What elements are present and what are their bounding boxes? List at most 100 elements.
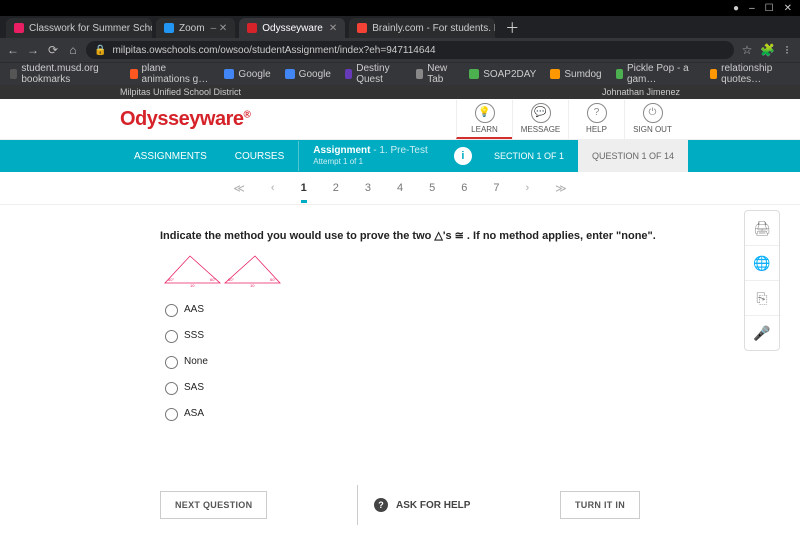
bookmark-item[interactable]: plane animations g…: [130, 63, 210, 85]
radio-input[interactable]: [165, 356, 178, 369]
nav-assignments[interactable]: ASSIGNMENTS: [120, 151, 221, 162]
svg-text:60°: 60°: [168, 277, 174, 282]
home-icon[interactable]: ⌂: [66, 43, 80, 57]
pager-num-4[interactable]: 4: [397, 182, 403, 194]
bookmark-label: Google: [238, 69, 270, 80]
svg-text:60°: 60°: [210, 277, 216, 282]
back-icon[interactable]: ←: [6, 43, 20, 57]
reload-icon[interactable]: ⟳: [46, 43, 60, 57]
pager-num-3[interactable]: 3: [365, 182, 371, 194]
favicon: [14, 23, 24, 33]
answer-options: AAS SSS None SAS ASA: [160, 301, 680, 421]
browser-tab[interactable]: Classwork for Summer School M✕: [6, 18, 152, 38]
url-text: milpitas.owschools.com/owsoo/studentAssi…: [112, 45, 435, 56]
answer-option[interactable]: None: [160, 353, 680, 369]
pager-first-arrow[interactable]: ≪: [233, 182, 245, 195]
bookmark-label: Pickle Pop - a gam…: [627, 63, 696, 85]
bookmark-item[interactable]: Destiny Quest: [345, 63, 402, 85]
svg-text:10: 10: [250, 283, 255, 288]
option-label: None: [184, 356, 208, 367]
assignment-info: Assignment - 1. Pre-Test Attempt 1 of 1: [298, 141, 441, 171]
question-mark-icon: ?: [374, 498, 388, 512]
tab-label: Brainly.com - For students. By st: [372, 23, 495, 34]
header-tool-learn[interactable]: 💡 LEARN: [456, 100, 512, 139]
window-titlebar: ● – ☐ ✕: [0, 0, 800, 16]
tool-icon: ?: [587, 103, 607, 123]
window-close-icon[interactable]: ✕: [784, 3, 792, 14]
bookmark-item[interactable]: relationship quotes…: [710, 63, 790, 85]
tool-icon: 💡: [475, 103, 495, 123]
translate-icon[interactable]: ⎘: [745, 281, 779, 316]
tool-label: LEARN: [457, 125, 512, 134]
next-question-button[interactable]: NEXT QUESTION: [160, 491, 267, 519]
pager-num-2[interactable]: 2: [333, 182, 339, 194]
pager-num-7[interactable]: 7: [493, 182, 499, 194]
bookmark-item[interactable]: student.musd.org bookmarks: [10, 63, 116, 85]
side-toolbar: 🖨🌐⎘🎤: [744, 210, 780, 351]
radio-input[interactable]: [165, 304, 178, 317]
question-prompt: Indicate the method you would use to pro…: [160, 229, 680, 242]
bookmark-icon: [345, 69, 352, 79]
favicon: [164, 23, 174, 33]
browser-tab[interactable]: Zoom– ✕: [156, 18, 235, 38]
window-max-icon[interactable]: ☐: [765, 3, 774, 14]
print-icon[interactable]: 🖨: [745, 211, 779, 246]
window-min-icon[interactable]: –: [749, 3, 755, 14]
extensions-icon[interactable]: 🧩: [760, 43, 774, 57]
radio-input[interactable]: [165, 408, 178, 421]
mic-icon[interactable]: 🎤: [745, 316, 779, 350]
browser-tab[interactable]: Odysseyware✕: [239, 18, 345, 38]
bookmark-label: Destiny Quest: [356, 63, 402, 85]
answer-option[interactable]: SSS: [160, 327, 680, 343]
pager-last-arrow[interactable]: ≫: [555, 182, 567, 195]
question-pager: ≪ ‹ 1 2 3 4 5 6 7 › ≫: [0, 172, 800, 205]
ask-for-help-button[interactable]: ? ASK FOR HELP: [374, 498, 470, 512]
question-content: Indicate the method you would use to pro…: [0, 205, 800, 421]
menu-dots-icon[interactable]: ⁝: [780, 43, 794, 57]
bookmark-label: plane animations g…: [142, 63, 211, 85]
option-label: AAS: [184, 304, 204, 315]
bookmark-icon: [550, 69, 560, 79]
bookmark-item[interactable]: Google: [224, 69, 270, 80]
globe-icon[interactable]: 🌐: [745, 246, 779, 281]
nav-courses[interactable]: COURSES: [221, 151, 298, 162]
browser-tab[interactable]: Brainly.com - For students. By st✕: [349, 18, 495, 38]
bookmark-item[interactable]: Sumdog: [550, 69, 601, 80]
option-label: ASA: [184, 408, 204, 419]
radio-input[interactable]: [165, 330, 178, 343]
bookmark-star-icon[interactable]: ☆: [740, 43, 754, 57]
new-tab-button[interactable]: ＋: [499, 18, 525, 38]
header-tool-sign-out[interactable]: ⏻ SIGN OUT: [624, 100, 680, 139]
answer-option[interactable]: AAS: [160, 301, 680, 317]
bookmark-item[interactable]: Google: [285, 69, 331, 80]
pager-num-5[interactable]: 5: [429, 182, 435, 194]
school-info-bar: Milpitas Unified School District Johnath…: [0, 85, 800, 99]
bookmark-item[interactable]: New Tab: [416, 63, 455, 85]
student-name: Johnathan Jimenez: [602, 87, 680, 97]
header-tool-message[interactable]: 💬MESSAGE: [512, 100, 568, 139]
pager-next-arrow[interactable]: ›: [525, 182, 529, 194]
pager-prev-arrow[interactable]: ‹: [271, 182, 275, 194]
answer-option[interactable]: SAS: [160, 379, 680, 395]
turn-it-in-button[interactable]: TURN IT IN: [560, 491, 640, 519]
answer-option[interactable]: ASA: [160, 405, 680, 421]
bookmark-item[interactable]: Pickle Pop - a gam…: [616, 63, 696, 85]
forward-icon[interactable]: →: [26, 43, 40, 57]
close-icon[interactable]: ✕: [329, 23, 337, 34]
radio-input[interactable]: [165, 382, 178, 395]
bookmark-label: Google: [299, 69, 331, 80]
address-bar[interactable]: 🔒 milpitas.owschools.com/owsoo/studentAs…: [86, 41, 734, 59]
tool-label: MESSAGE: [513, 125, 568, 134]
bookmark-icon: [10, 69, 17, 79]
divider: [357, 485, 358, 525]
tool-icon: ⏻: [643, 103, 663, 123]
bookmark-icon: [469, 69, 479, 79]
bookmark-item[interactable]: SOAP2DAY: [469, 69, 536, 80]
pager-num-1[interactable]: 1: [301, 182, 307, 203]
tool-label: SIGN OUT: [625, 125, 680, 134]
district-name: Milpitas Unified School District: [120, 87, 241, 97]
close-icon[interactable]: – ✕: [211, 23, 228, 34]
info-icon[interactable]: i: [454, 147, 472, 165]
pager-num-6[interactable]: 6: [461, 182, 467, 194]
header-tool-help[interactable]: ?HELP: [568, 100, 624, 139]
